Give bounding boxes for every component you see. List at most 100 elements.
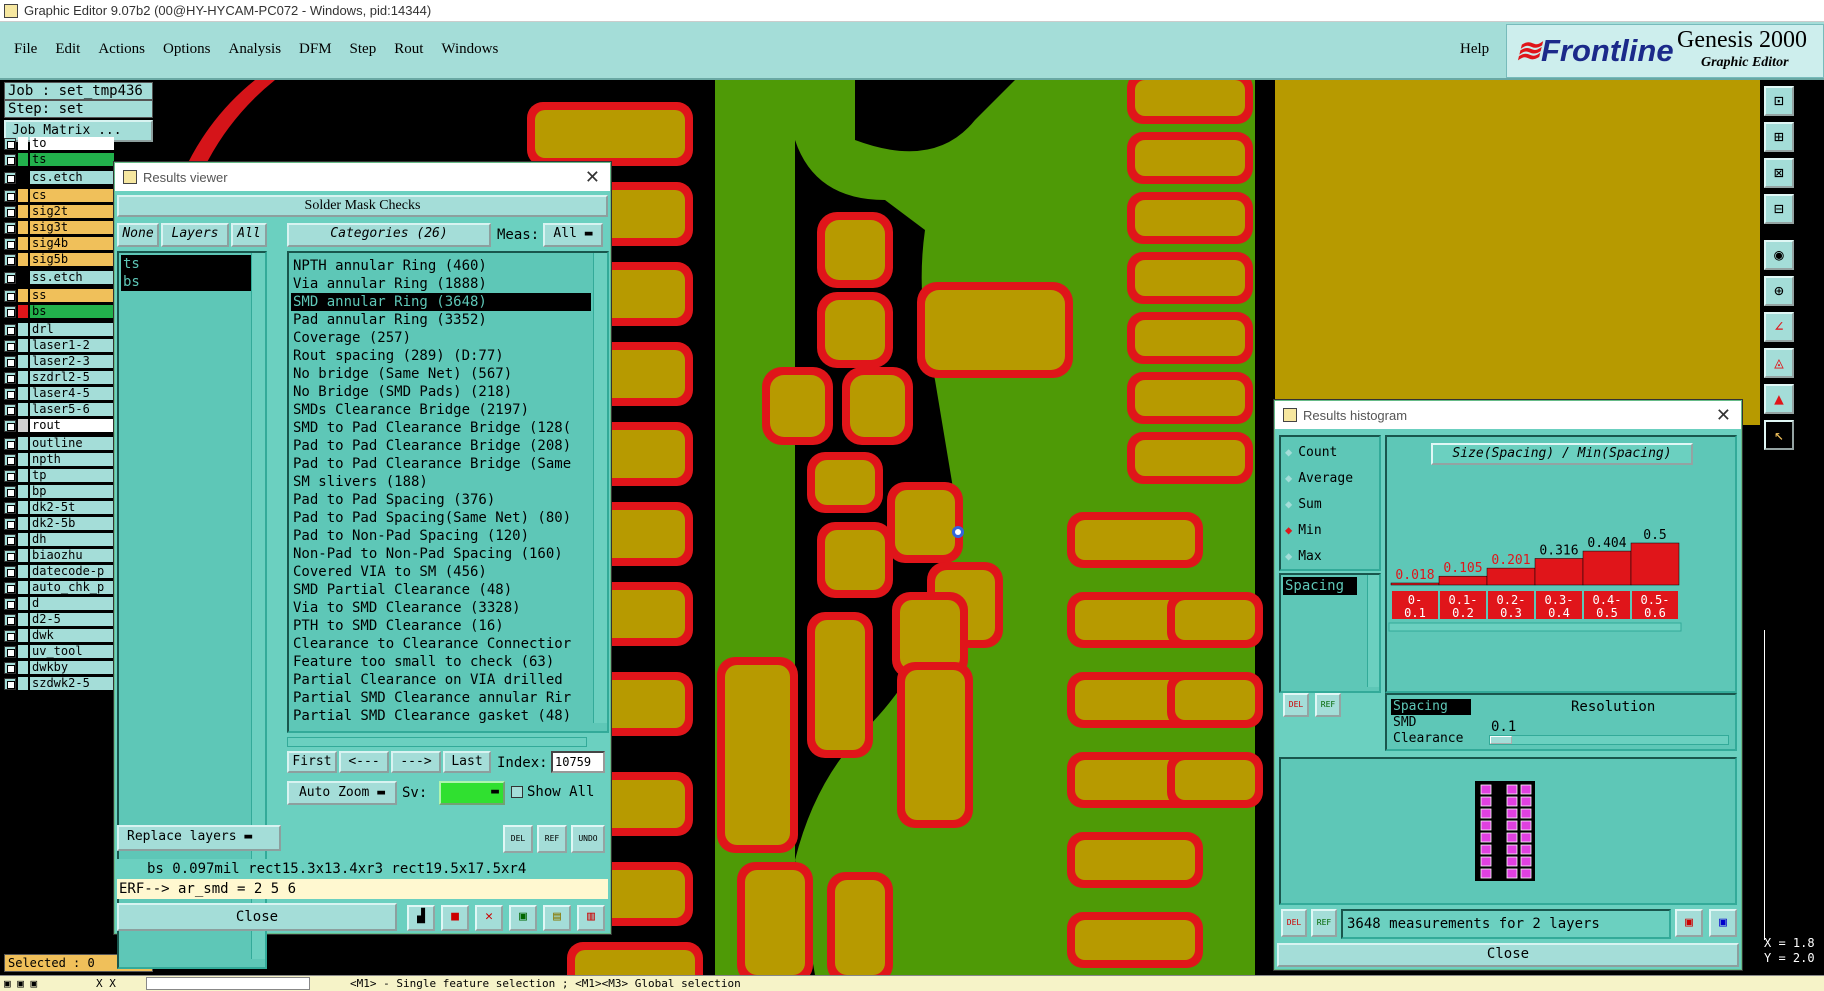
histogram-del-button[interactable]: DEL [1283, 693, 1309, 717]
category-item[interactable]: SMD Partial Clearance (48) [291, 581, 591, 599]
category-item[interactable]: NPTH annular Ring (460) [291, 257, 591, 275]
measure-spacing[interactable]: Spacing [1391, 699, 1471, 715]
category-item[interactable]: No bridge (Same Net) (567) [291, 365, 591, 383]
layer-name[interactable]: laser2-3 [30, 355, 114, 368]
aggregate-option[interactable]: ◆ Min [1285, 517, 1353, 543]
status-input[interactable] [146, 977, 310, 990]
radio-diamond-icon[interactable]: ◆ [1285, 445, 1292, 459]
layer-row[interactable]: auto_chk_p [4, 580, 114, 595]
layer-color-swatch[interactable] [18, 517, 28, 530]
radio-diamond-icon[interactable]: ◆ [1285, 549, 1292, 563]
layer-name[interactable]: sig3t [30, 221, 114, 234]
histogram-bar[interactable] [1438, 575, 1488, 586]
layer-row[interactable]: outline [4, 436, 114, 451]
layer-name[interactable]: biaozhu [30, 549, 114, 562]
layer-name[interactable]: ss [30, 289, 114, 302]
layer-row[interactable]: laser5-6 [4, 402, 114, 417]
measure-smd[interactable]: SMD [1391, 715, 1471, 731]
layer-checkbox[interactable] [4, 661, 16, 674]
layer-checkbox[interactable] [4, 221, 16, 234]
layers-button[interactable]: Layers [161, 223, 229, 247]
layer-color-swatch[interactable] [18, 419, 28, 432]
menu-analysis[interactable]: Analysis [229, 41, 282, 58]
category-item[interactable]: Pad to Pad Clearance Bridge (Same [291, 455, 591, 473]
layer-row[interactable]: sig4b [4, 236, 114, 251]
menu-help[interactable]: Help [1460, 41, 1489, 58]
layer-row[interactable]: ss [4, 288, 114, 303]
layer-name[interactable]: npth [30, 453, 114, 466]
preview-del-button[interactable]: DEL [1281, 909, 1307, 937]
layer-color-swatch[interactable] [18, 661, 28, 674]
layer-name[interactable]: d [30, 597, 114, 610]
layer-checkbox[interactable] [4, 437, 16, 450]
category-item[interactable]: Feature too small to check (63) [291, 653, 591, 671]
layer-name[interactable]: drl [30, 323, 114, 336]
ref-tool-button[interactable]: REF [537, 825, 567, 853]
snap-icon[interactable]: ⊟ [1764, 194, 1794, 224]
layer-name[interactable]: tp [30, 469, 114, 482]
layer-row[interactable]: ts [4, 152, 114, 167]
preview-ref-button[interactable]: REF [1311, 909, 1337, 937]
layer-checkbox[interactable] [4, 677, 16, 690]
layer-color-swatch[interactable] [18, 533, 28, 546]
categories-scrollbar[interactable] [593, 253, 607, 723]
layer-name[interactable]: ts [30, 153, 114, 166]
layer-name[interactable]: dk2-5b [30, 517, 114, 530]
layer-row[interactable]: tp [4, 468, 114, 483]
layer-row[interactable]: bs [4, 304, 114, 319]
angle-icon[interactable]: ∠ [1764, 312, 1794, 342]
layer-name[interactable]: sig4b [30, 237, 114, 250]
aggregate-option[interactable]: ◆ Sum [1285, 491, 1353, 517]
layer-checkbox[interactable] [4, 501, 16, 514]
histogram-hscrollbar[interactable] [1388, 622, 1682, 632]
layer-name[interactable]: ss.etch [30, 271, 114, 284]
layer-row[interactable]: cs [4, 188, 114, 203]
category-item[interactable]: Covered VIA to SM (456) [291, 563, 591, 581]
histogram-close-button[interactable]: Close [1277, 943, 1739, 967]
layer-checkbox[interactable] [4, 549, 16, 562]
layer-name[interactable]: szdwk2-5 [30, 677, 114, 690]
layer-row[interactable]: d [4, 596, 114, 611]
layer-checkbox[interactable] [4, 419, 16, 432]
results-viewer-close-button[interactable]: Close [117, 903, 397, 931]
stats-icon[interactable]: ▟ [407, 905, 435, 931]
layer-color-swatch[interactable] [18, 137, 28, 150]
layer-row[interactable]: dk2-5t [4, 500, 114, 515]
layer-row[interactable]: laser4-5 [4, 386, 114, 401]
layer-row[interactable]: uv_tool [4, 644, 114, 659]
layer-row[interactable]: sig2t [4, 204, 114, 219]
radio-diamond-icon[interactable]: ◆ [1285, 497, 1292, 511]
layer-name[interactable]: laser1-2 [30, 339, 114, 352]
clear-icon[interactable]: ✕ [475, 905, 503, 931]
category-item[interactable]: SM slivers (188) [291, 473, 591, 491]
layer-checkbox[interactable] [4, 153, 16, 166]
layer-color-swatch[interactable] [18, 305, 28, 318]
export-icon[interactable]: ▣ [1675, 909, 1703, 937]
sv-color-dropdown[interactable]: ▬ [439, 781, 505, 805]
first-button[interactable]: First [287, 751, 337, 773]
layer-row[interactable]: dwkby [4, 660, 114, 675]
zoom-fit-icon[interactable]: ⊡ [1764, 86, 1794, 116]
histogram-bar[interactable] [1630, 542, 1680, 586]
menu-actions[interactable]: Actions [98, 41, 145, 58]
layer-row[interactable]: d2-5 [4, 612, 114, 627]
layer-color-swatch[interactable] [18, 355, 28, 368]
layer-checkbox[interactable] [4, 339, 16, 352]
layer-checkbox[interactable] [4, 253, 16, 266]
category-item[interactable]: Clearance to Clearance Connectior [291, 635, 591, 653]
layer-color-swatch[interactable] [18, 271, 28, 284]
layer-color-swatch[interactable] [18, 253, 28, 266]
layer-row[interactable]: sig3t [4, 220, 114, 235]
category-item[interactable]: SMD to Pad Clearance Bridge (128( [291, 419, 591, 437]
category-item[interactable]: Pad to Non-Pad Spacing (120) [291, 527, 591, 545]
category-item[interactable]: No Bridge (SMD Pads) (218) [291, 383, 591, 401]
layer-name[interactable]: d2-5 [30, 613, 114, 626]
close-icon[interactable]: ✕ [585, 167, 600, 188]
layer-checkbox[interactable] [4, 323, 16, 336]
category-item[interactable]: Partial SMD Clearance gasket (48) [291, 707, 591, 725]
layer-row[interactable]: drl [4, 322, 114, 337]
layer-row[interactable]: ss.etch [4, 270, 114, 285]
layer-name[interactable]: dwkby [30, 661, 114, 674]
aggregate-option[interactable]: ◆ Count [1285, 439, 1353, 465]
layer-checkbox[interactable] [4, 137, 16, 150]
